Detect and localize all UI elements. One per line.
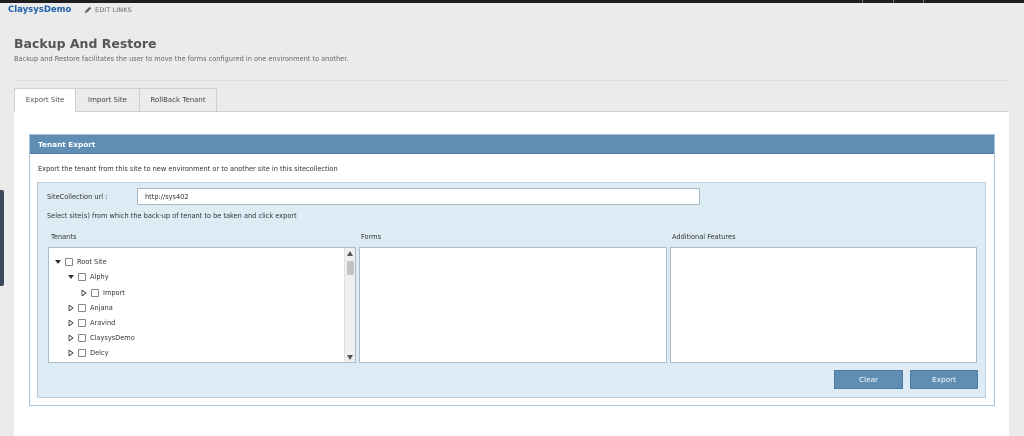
tree-node-root-site: Root Site (55, 256, 107, 268)
tree-checkbox[interactable] (78, 349, 86, 357)
scroll-up-arrow-icon[interactable] (345, 248, 355, 258)
tree-checkbox[interactable] (78, 334, 86, 342)
export-button[interactable]: Export (910, 370, 978, 389)
tree-node-claysysdemo: ClaysysDemo (68, 332, 135, 344)
tree-node-label: Root Site (77, 258, 107, 266)
tree-node-label: Anjana (90, 304, 113, 312)
tree-node-label: Delcy (90, 349, 109, 357)
tree-checkbox[interactable] (91, 289, 99, 297)
scroll-down-arrow-icon[interactable] (345, 352, 355, 362)
panel-description: Export the tenant from this site to new … (38, 165, 338, 173)
tree-node-label: Alphy (90, 273, 109, 281)
site-collection-url-input[interactable] (137, 188, 700, 205)
tree-checkbox[interactable] (78, 273, 86, 281)
tree-node-delcy: Delcy (68, 347, 109, 359)
tab-export-site[interactable]: Export Site (14, 88, 75, 112)
caret-right-icon[interactable] (68, 320, 74, 326)
site-collection-url-label: SiteCollection url : (47, 193, 108, 201)
tab-bar: Export Site Import Site RollBack Tenant (14, 88, 217, 112)
page-title: Backup And Restore (14, 36, 157, 51)
tree-checkbox[interactable] (78, 304, 86, 312)
clear-button[interactable]: Clear (834, 370, 903, 389)
panel-title: Tenant Export (30, 135, 994, 154)
export-form: SiteCollection url : Select site(s) from… (37, 182, 986, 398)
tenants-column-label: Tenants (51, 233, 77, 241)
tab-rollback-tenant[interactable]: RollBack Tenant (139, 88, 217, 112)
tenants-tree-box[interactable]: Root Site Alphy Import Anjana Aravind Cl… (48, 247, 356, 363)
forms-list-box[interactable] (359, 247, 667, 363)
tree-node-label: Aravind (90, 319, 116, 327)
tree-node-import: Import (81, 287, 125, 299)
caret-right-icon[interactable] (68, 350, 74, 356)
caret-down-icon[interactable] (55, 259, 61, 265)
tree-node-label: ClaysysDemo (90, 334, 135, 342)
tree-node-aravind: Aravind (68, 317, 115, 329)
tree-checkbox[interactable] (78, 319, 86, 327)
tree-node-alphy: Alphy (68, 271, 109, 283)
tab-import-site[interactable]: Import Site (75, 88, 139, 112)
pencil-icon (84, 6, 92, 14)
select-sites-hint: Select site(s) from which the back-up of… (47, 212, 297, 220)
tree-checkbox[interactable] (65, 258, 73, 266)
divider (14, 80, 1008, 81)
scroll-thumb[interactable] (347, 261, 354, 275)
features-column-label: Additional Features (672, 233, 736, 241)
tenant-tree: Root Site Alphy Import Anjana Aravind Cl… (49, 248, 344, 362)
side-panel-handle[interactable] (0, 190, 4, 286)
tenants-scrollbar[interactable] (344, 248, 355, 362)
site-brand-link[interactable]: ClaysysDemo (8, 5, 71, 15)
caret-right-icon[interactable] (81, 290, 87, 296)
nav-row: ClaysysDemo EDIT LINKS (0, 3, 1024, 19)
caret-right-icon[interactable] (68, 335, 74, 341)
tree-node-label: Import (103, 289, 125, 297)
edit-links-button[interactable]: EDIT LINKS (84, 6, 132, 14)
tenant-export-panel: Tenant Export Export the tenant from thi… (29, 134, 995, 406)
additional-features-box[interactable] (670, 247, 977, 363)
edit-links-label: EDIT LINKS (95, 6, 132, 14)
page-description: Backup and Restore facilitates the user … (14, 55, 349, 63)
caret-down-icon[interactable] (68, 274, 74, 280)
caret-right-icon[interactable] (68, 305, 74, 311)
forms-column-label: Forms (361, 233, 382, 241)
tree-node-anjana: Anjana (68, 302, 113, 314)
